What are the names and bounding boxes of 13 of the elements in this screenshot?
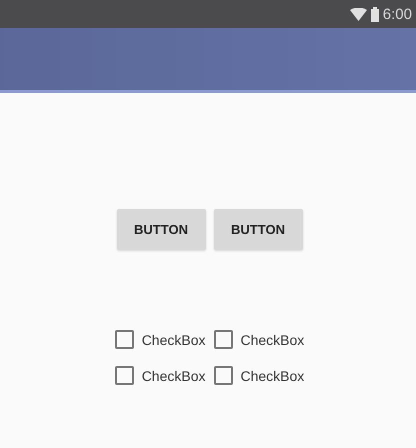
- checkbox[interactable]: [114, 366, 134, 385]
- checkbox-label: CheckBox: [240, 332, 304, 348]
- checkbox[interactable]: [214, 366, 232, 385]
- checkbox[interactable]: [114, 330, 134, 349]
- checkbox[interactable]: [214, 330, 232, 349]
- clock-time: 6:00: [382, 6, 412, 22]
- checkbox-label: CheckBox: [240, 368, 304, 384]
- wifi-icon: [350, 8, 367, 20]
- checkbox-label: CheckBox: [142, 368, 206, 384]
- button[interactable]: BUTTON: [116, 209, 206, 250]
- checkbox-label: CheckBox: [142, 332, 206, 348]
- button[interactable]: BUTTON: [214, 209, 302, 250]
- battery-icon: [370, 6, 379, 22]
